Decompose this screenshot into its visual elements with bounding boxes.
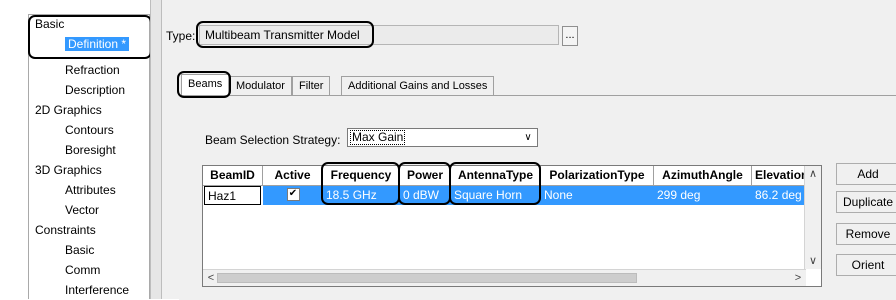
column-header-beamid[interactable]: BeamID [203,166,263,186]
properties-tree: Basic Definition * Refraction Descriptio… [28,14,150,299]
tree-item-interference[interactable]: Interference [65,281,129,299]
add-button[interactable]: Add [836,163,896,185]
cell-azimuthangle[interactable]: 299 deg [654,186,752,205]
tree-item-constraints-basic[interactable]: Basic [65,241,94,259]
column-header-frequency[interactable]: Frequency [323,166,400,186]
tree-item-vector[interactable]: Vector [65,201,99,219]
cell-frequency[interactable]: 18.5 GHz [323,186,400,205]
column-header-power[interactable]: Power [400,166,451,186]
beam-selection-strategy-value: Max Gain [349,130,406,145]
tree-item-refraction[interactable]: Refraction [65,61,120,79]
tab-additional-gains-and-losses[interactable]: Additional Gains and Losses [341,76,495,95]
scroll-up-icon[interactable]: ∧ [805,166,821,182]
tree-item-comm[interactable]: Comm [65,261,100,279]
beams-grid: BeamID Active Frequency Power AntennaTyp… [202,165,822,287]
vertical-scrollbar[interactable]: ∧ ∨ [804,166,821,269]
cell-antennatype[interactable]: Square Horn [451,186,541,205]
cell-beamid[interactable]: Haz1 [204,186,261,205]
type-field: Multibeam Transmitter Model [199,25,559,45]
horizontal-scroll-thumb[interactable] [217,273,637,283]
beam-selection-strategy-label: Beam Selection Strategy: [205,133,341,147]
active-checkbox[interactable]: ✔ [286,188,300,202]
tab-modulator[interactable]: Modulator [229,76,292,95]
column-header-antennatype[interactable]: AntennaType [451,166,541,186]
tree-item-attributes[interactable]: Attributes [65,181,116,199]
horizontal-scrollbar[interactable]: < > [203,269,806,286]
column-header-active[interactable]: Active [263,166,323,186]
duplicate-button[interactable]: Duplicate [836,191,896,213]
browse-type-button[interactable]: ... [562,26,578,46]
tab-filter[interactable]: Filter [292,76,331,95]
type-label: Type: [166,29,196,43]
tree-item-contours[interactable]: Contours [65,121,114,139]
tree-item-constraints[interactable]: Constraints [35,221,96,239]
orient-button[interactable]: Orient [836,254,896,276]
chevron-down-icon[interactable]: ∨ [521,130,535,145]
column-header-polarizationtype[interactable]: PolarizationType [541,166,654,186]
cell-elevation[interactable]: 86.2 deg [752,186,807,205]
tab-beams[interactable]: Beams [181,74,230,95]
tree-item-basic[interactable]: Basic [35,15,64,33]
tree-item-2d-graphics[interactable]: 2D Graphics [35,101,102,119]
column-header-azimuthangle[interactable]: AzimuthAngle [654,166,752,186]
remove-button[interactable]: Remove [836,223,896,245]
scroll-down-icon[interactable]: ∨ [805,253,821,269]
cell-power[interactable]: 0 dBW [400,186,451,205]
tree-item-boresight[interactable]: Boresight [65,141,116,159]
tree-item-definition[interactable]: Definition * [65,35,130,53]
splitter[interactable] [150,0,162,299]
cell-polarizationtype[interactable]: None [541,186,654,205]
cell-active[interactable]: ✔ [263,186,323,205]
beam-selection-strategy-select[interactable]: Max Gain ∨ [347,128,538,147]
tree-item-description[interactable]: Description [65,81,125,99]
tree-item-3d-graphics[interactable]: 3D Graphics [35,161,102,179]
column-header-elevation[interactable]: Elevation [752,166,807,186]
scroll-right-icon[interactable]: > [790,270,806,286]
